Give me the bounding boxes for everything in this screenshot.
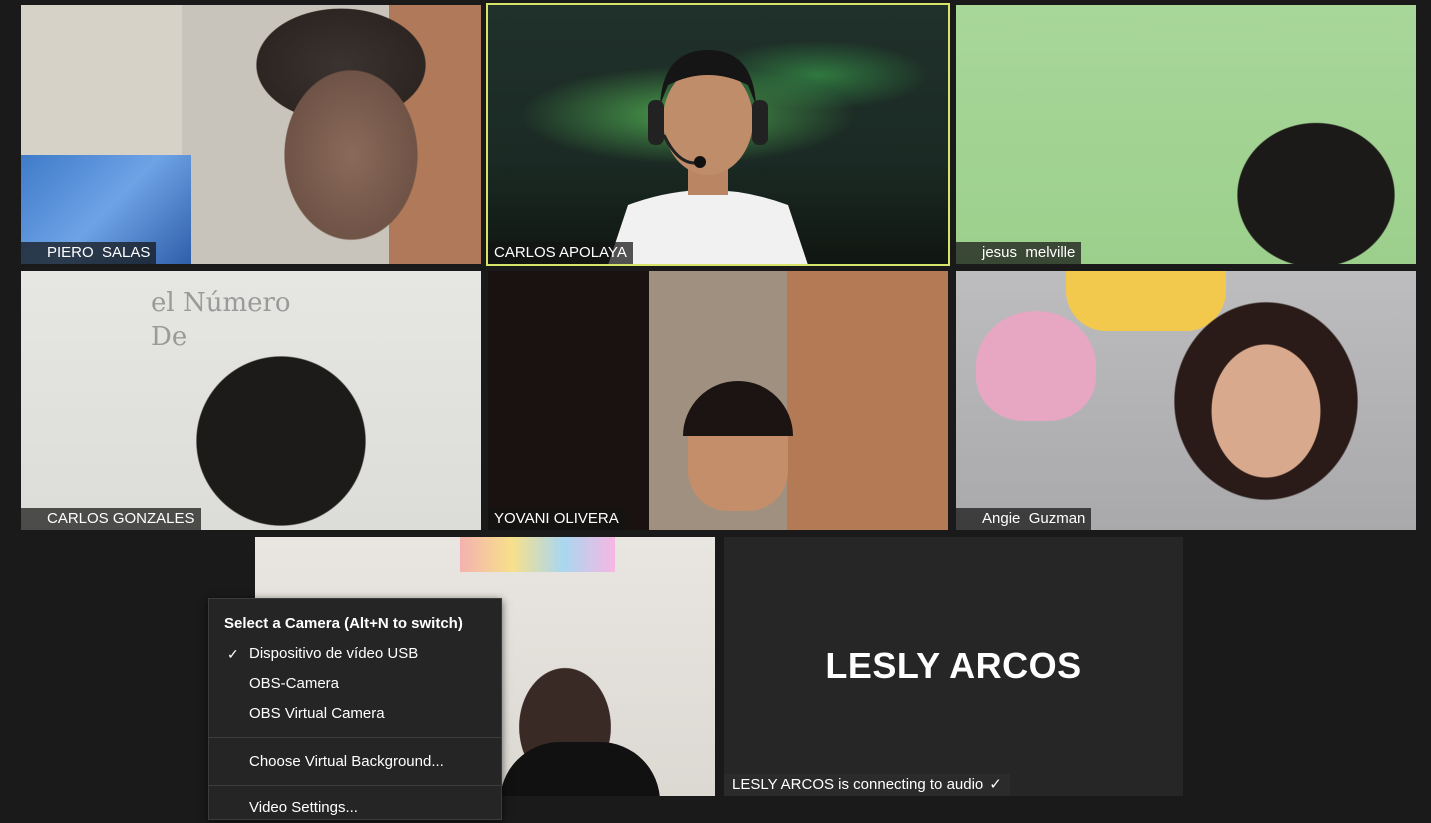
video-tile-angie-guzman[interactable]: Angie Guzman [956, 271, 1416, 530]
video-tile-piero-salas[interactable]: PIERO SALAS [21, 5, 481, 264]
status-text: LESLY ARCOS is connecting to audio [732, 776, 984, 793]
participant-name-tag: YOVANI OLIVERA [488, 508, 625, 530]
participant-name-display: LESLY ARCOS [825, 645, 1082, 686]
participant-video [956, 5, 1416, 264]
video-tile-carlos-apolaya[interactable]: CARLOS APOLAYA [486, 3, 950, 266]
participant-name: PIERO SALAS [47, 244, 151, 261]
menu-title: Select a Camera (Alt+N to switch) [224, 615, 463, 632]
camera-select-menu: Select a Camera (Alt+N to switch) ✓ Disp… [208, 598, 502, 820]
menu-item-video-settings[interactable]: Video Settings... [209, 793, 501, 823]
participant-name-tag: CARLOS APOLAYA [488, 242, 633, 264]
participant-figure [608, 50, 808, 264]
muted-microphone-icon [962, 245, 976, 261]
whiteboard-text: el Número De [151, 288, 291, 352]
participant-name: CARLOS APOLAYA [494, 244, 627, 261]
participant-name: CARLOS GONZALES [47, 510, 195, 527]
audio-connecting-status: LESLY ARCOS is connecting to audio ✓ [724, 774, 1010, 796]
menu-item-obs-camera[interactable]: OBS-Camera [209, 669, 501, 699]
participant-figure [1116, 291, 1376, 530]
wall-heart-drawing [976, 311, 1096, 421]
participant-name: jesus melville [982, 244, 1076, 261]
muted-microphone-icon [962, 511, 976, 527]
menu-separator [209, 737, 501, 738]
video-tile-carlos-gonzales[interactable]: el Número De CARLOS GONZALES [21, 271, 481, 530]
video-tile-yovani-olivera[interactable]: YOVANI OLIVERA [488, 271, 948, 530]
video-tile-lesly-arcos[interactable]: LESLY ARCOS LESLY ARCOS is connecting to… [724, 537, 1183, 796]
participant-name: Angie Guzman [982, 510, 1086, 527]
muted-microphone-icon [27, 245, 41, 261]
participant-name-tag: CARLOS GONZALES [21, 508, 201, 530]
muted-microphone-icon [27, 511, 41, 527]
menu-item-usb-camera[interactable]: ✓ Dispositivo de vídeo USB [209, 639, 501, 669]
participant-name: YOVANI OLIVERA [494, 510, 619, 527]
video-tile-jesus-melville[interactable]: jesus melville [956, 5, 1416, 264]
menu-item-virtual-background[interactable]: Choose Virtual Background... [209, 747, 501, 777]
wall-poster [460, 537, 615, 572]
participant-name-tag: jesus melville [956, 242, 1082, 264]
check-icon: ✓ [227, 646, 239, 662]
participant-name-tag: Angie Guzman [956, 508, 1092, 530]
check-icon: ✓ [989, 776, 1002, 793]
menu-item-obs-virtual-camera[interactable]: OBS Virtual Camera [209, 699, 501, 729]
participant-name-tag: PIERO SALAS [21, 242, 157, 264]
menu-separator [209, 785, 501, 786]
